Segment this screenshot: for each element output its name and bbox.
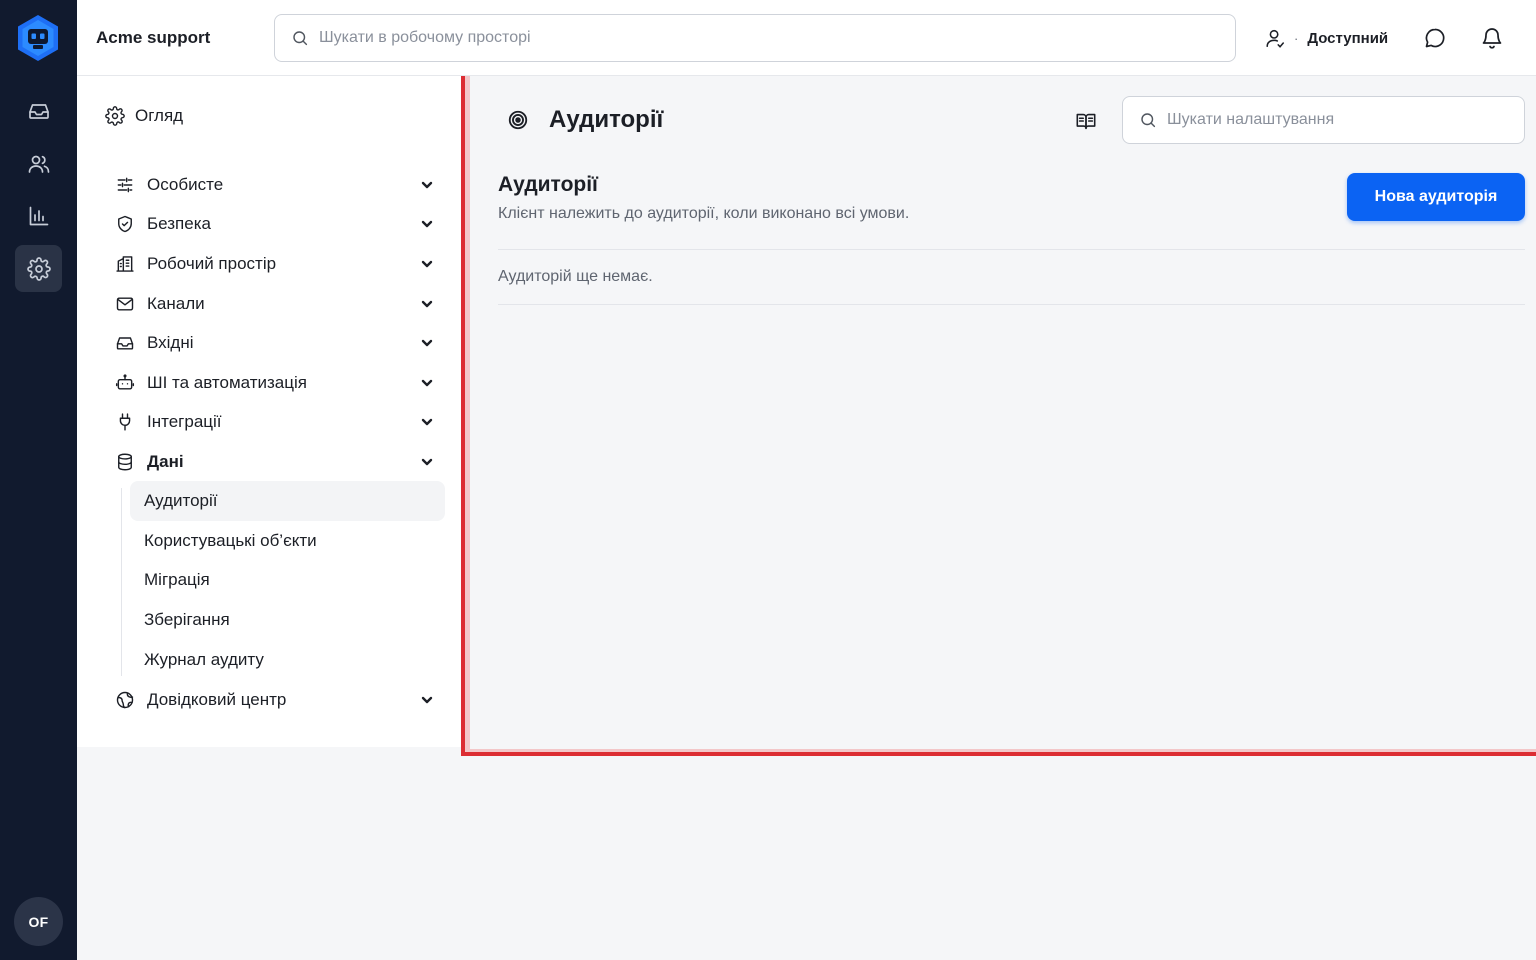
chevron-down-icon	[421, 220, 433, 228]
nav-item-label: Дані	[147, 452, 184, 471]
chevron-down-icon	[421, 458, 433, 466]
nav-item-label: Канали	[147, 294, 205, 313]
chat-button[interactable]	[1421, 24, 1449, 52]
contacts-icon	[28, 155, 49, 173]
target-icon	[508, 110, 528, 130]
rail-reports[interactable]	[15, 192, 62, 239]
chevron-down-icon	[421, 418, 433, 426]
top-bar: Acme support · Доступний	[77, 0, 1536, 76]
nav-item-security[interactable]: Безпека	[115, 206, 435, 242]
page-title: Аудиторії	[549, 106, 664, 133]
nav-subitem-audiences[interactable]: Аудиторії	[130, 481, 445, 521]
nav-item-label: Особисте	[147, 175, 224, 194]
workspace-name[interactable]: Acme support	[96, 28, 210, 48]
nav-item-label: Вхідні	[147, 333, 194, 352]
chevron-down-icon	[421, 181, 433, 189]
inbox-icon	[28, 103, 49, 119]
chevron-down-icon	[421, 300, 433, 308]
status-separator: ·	[1294, 30, 1299, 46]
settings-nav: Огляд Особисте Безпека Робочий простір К…	[77, 76, 461, 747]
status-label: Доступний	[1307, 29, 1389, 47]
section-description: Клієнт належить до аудиторії, коли викон…	[498, 205, 910, 222]
plug-icon	[119, 413, 131, 431]
global-search-input[interactable]	[319, 29, 1235, 47]
nav-item-label: Довідковий центр	[147, 690, 287, 709]
main-content: Аудиторії Аудиторії Клієнт належить до а…	[465, 76, 1536, 752]
search-icon	[1141, 113, 1156, 128]
nav-subitem-audit-log[interactable]: Журнал аудиту	[130, 640, 445, 680]
chevron-down-icon	[421, 696, 433, 704]
globe-icon	[116, 691, 134, 709]
building-icon	[116, 256, 134, 272]
nav-item-label: Інтеграції	[147, 412, 222, 431]
nav-item-inbox[interactable]: Вхідні	[115, 325, 435, 361]
chat-icon	[1425, 28, 1445, 48]
new-audience-button[interactable]: Нова аудиторія	[1347, 173, 1525, 221]
nav-subitem-storage[interactable]: Зберігання	[130, 600, 445, 640]
reports-icon	[29, 206, 48, 225]
divider	[498, 304, 1525, 305]
nav-subitem-migration[interactable]: Міграція	[130, 560, 445, 600]
nav-overview[interactable]: Огляд	[105, 106, 183, 126]
settings-icon	[26, 256, 51, 281]
main-panel: Аудиторії Аудиторії Клієнт належить до а…	[461, 76, 1536, 756]
user-avatar[interactable]: OF	[14, 897, 63, 946]
settings-search-input[interactable]	[1167, 111, 1524, 129]
chevron-down-icon	[421, 379, 433, 387]
nav-item-label: Безпека	[147, 214, 211, 233]
page-header: Аудиторії	[507, 106, 663, 134]
nav-item-label: ШІ та автоматизація	[147, 373, 307, 392]
nav-item-workspace[interactable]: Робочий простір	[115, 246, 435, 282]
nav-item-label: Робочий простір	[147, 254, 277, 273]
mail-icon	[116, 297, 134, 311]
divider	[498, 249, 1525, 250]
nav-item-ai-automation[interactable]: ШІ та автоматизація	[115, 365, 435, 401]
user-status-icon	[1266, 29, 1285, 48]
nav-subitem-custom-objects[interactable]: Користувацькі об’єкти	[130, 521, 445, 561]
section-title: Аудиторії	[498, 173, 598, 196]
nav-item-integrations[interactable]: Інтеграції	[115, 404, 435, 440]
rail-contacts[interactable]	[15, 140, 62, 187]
settings-search[interactable]	[1122, 96, 1525, 144]
search-icon	[293, 31, 308, 46]
shield-icon	[118, 215, 132, 233]
rail-settings[interactable]	[15, 245, 62, 292]
nav-overview-label: Огляд	[135, 106, 184, 125]
rail-inbox[interactable]	[15, 87, 62, 134]
nav-item-help-center[interactable]: Довідковий центр	[115, 682, 435, 718]
settings-icon	[105, 106, 125, 126]
inbox-icon	[116, 337, 134, 350]
chevron-down-icon	[421, 260, 433, 268]
robot-icon	[115, 374, 135, 390]
app-rail: OF	[0, 0, 77, 960]
nav-item-data[interactable]: Дані	[115, 444, 435, 480]
empty-state-message: Аудиторій ще немає.	[498, 268, 653, 285]
global-search[interactable]	[274, 14, 1236, 62]
nav-item-personal[interactable]: Особисте	[115, 167, 435, 203]
app-logo[interactable]	[16, 14, 60, 62]
sliders-icon	[117, 177, 133, 193]
database-icon	[118, 453, 132, 471]
chevron-down-icon	[421, 339, 433, 347]
subtree-line	[121, 488, 122, 676]
notifications-button[interactable]	[1478, 24, 1506, 52]
bell-icon	[1482, 28, 1502, 49]
nav-item-channels[interactable]: Канали	[115, 286, 435, 322]
book-open-icon[interactable]	[1075, 110, 1097, 132]
availability-status[interactable]: · Доступний	[1264, 26, 1388, 50]
